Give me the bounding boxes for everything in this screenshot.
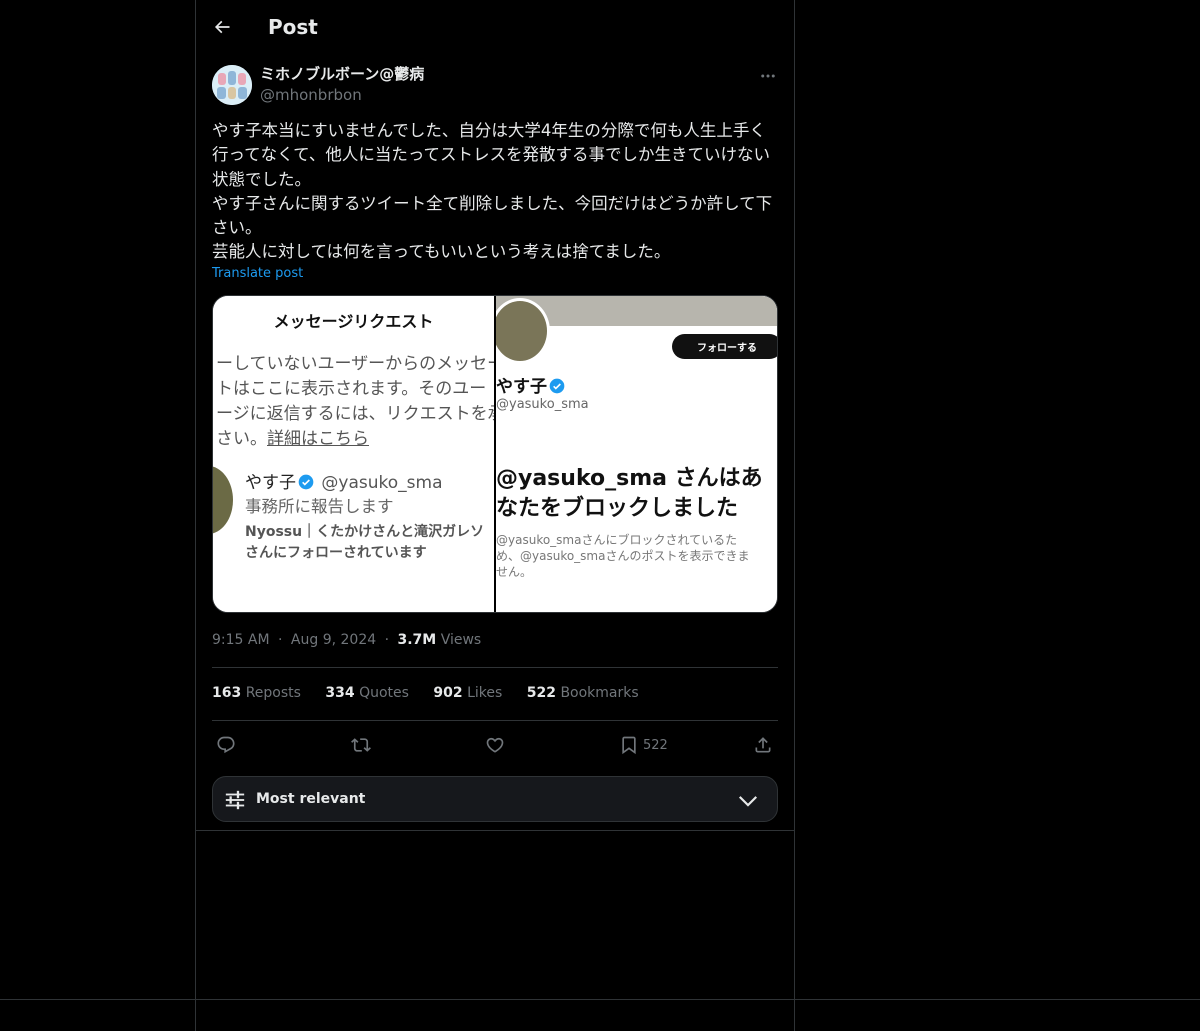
- verified-badge-icon: [298, 474, 314, 490]
- engagement-stats: 163 Reposts 334 Quotes 902 Likes 522 Boo…: [212, 685, 659, 701]
- blocked-subtitle: @yasuko_smaさんにブロックされているた め、@yasuko_smaさん…: [496, 533, 750, 579]
- request-follow-prefix: Nyossu｜: [245, 524, 317, 540]
- repost-icon: [351, 738, 371, 752]
- request-sender: やす子 @yasuko_sma: [245, 468, 443, 493]
- post-bottom-divider: [196, 830, 794, 831]
- bookmark-count: 522: [643, 737, 668, 753]
- request-message-preview: 事務所に報告します: [245, 497, 394, 516]
- media-screenshot-blocked-profile: フォローする やす子 @yasuko_sma @yasuko_sma さんはあ …: [496, 296, 777, 612]
- page-bottom-divider: [0, 999, 1200, 1000]
- post-text: やす子本当にすいませんでした、自分は大学4年生の分際で何も人生上手く行ってなくて…: [212, 121, 773, 262]
- reply-icon: [217, 736, 235, 754]
- message-request-title: メッセージリクエスト: [273, 312, 434, 331]
- likes-count: 902: [433, 685, 463, 701]
- likes-label: Likes: [467, 685, 503, 701]
- column-border-right: [794, 0, 795, 1031]
- column-border-left: [195, 0, 196, 1031]
- post-date[interactable]: Aug 9, 2024: [291, 632, 376, 648]
- post-meta: 9:15 AM · Aug 9, 2024 · 3.7M Views: [212, 632, 481, 648]
- profile-handle: @yasuko_sma: [496, 397, 589, 412]
- media-screenshot-message-request: メッセージリクエスト ーしていないユーザーからのメッセー トはここに表示されます…: [213, 296, 494, 612]
- views-label: Views: [440, 632, 482, 648]
- sort-label: Most relevant: [256, 791, 366, 807]
- bookmarks-count: 522: [526, 685, 556, 701]
- bookmarks-label: Bookmarks: [560, 685, 639, 701]
- bookmark-button[interactable]: 522: [619, 733, 668, 757]
- meta-separator: ·: [384, 632, 390, 648]
- views-count: 3.7M: [397, 632, 437, 648]
- post-media[interactable]: メッセージリクエスト ーしていないユーザーからのメッセー トはここに表示されます…: [212, 295, 778, 613]
- profile-name-text: やす子: [496, 377, 547, 397]
- divider: [212, 667, 778, 668]
- reposts-count: 163: [212, 685, 242, 701]
- author-handle[interactable]: @mhonbrbon: [260, 85, 424, 105]
- message-request-description: ーしていないユーザーからのメッセー トはここに表示されます。そのユー ージに返信…: [216, 352, 494, 452]
- page-title: Post: [268, 14, 318, 39]
- request-sender-handle: @yasuko_sma: [321, 473, 443, 493]
- request-follow-info: Nyossu｜くたかけさんと滝沢ガレソさんにフォローされています: [245, 522, 494, 564]
- quotes-label: Quotes: [359, 685, 409, 701]
- request-sender-name: やす子: [245, 473, 296, 493]
- request-avatar: [213, 466, 233, 534]
- post-column: Post ミホノブルボーン@鬱病 @mhonbrbon やす子本当にすいませんで…: [196, 0, 794, 822]
- avatar[interactable]: [212, 65, 252, 105]
- share-icon: [755, 737, 771, 753]
- filter-sliders-icon: [225, 790, 245, 810]
- action-bar: 522: [212, 733, 778, 759]
- like-icon: [486, 737, 504, 753]
- chevron-down-icon: [738, 796, 758, 807]
- author-row: ミホノブルボーン@鬱病 @mhonbrbon: [212, 64, 778, 106]
- meta-separator: ·: [278, 632, 283, 648]
- quotes-count: 334: [325, 685, 355, 701]
- verified-badge-icon: [549, 378, 565, 394]
- avatar-image: [212, 65, 252, 105]
- profile-name: やす子: [496, 372, 567, 397]
- post-time[interactable]: 9:15 AM: [212, 632, 270, 648]
- back-arrow-icon: [214, 20, 230, 33]
- more-options-button[interactable]: [758, 66, 778, 86]
- profile-avatar: [496, 298, 550, 364]
- divider: [212, 720, 778, 721]
- reposts-label: Reposts: [245, 685, 301, 701]
- reply-button[interactable]: [216, 733, 236, 757]
- like-button[interactable]: [485, 733, 505, 757]
- bookmarks-stat[interactable]: 522 Bookmarks: [527, 685, 639, 701]
- message-request-details-link: 詳細はこちら: [267, 429, 369, 449]
- author-display-name[interactable]: ミホノブルボーン@鬱病: [260, 64, 424, 84]
- repost-button[interactable]: [351, 733, 371, 757]
- reply-sort-dropdown[interactable]: Most relevant: [212, 776, 778, 822]
- blocked-title: @yasuko_sma さんはあ なたをブロックしました: [496, 466, 763, 521]
- back-button[interactable]: [212, 17, 232, 37]
- translate-post-link[interactable]: Translate post: [212, 266, 303, 281]
- share-button[interactable]: [753, 733, 773, 757]
- likes-stat[interactable]: 902 Likes: [433, 685, 502, 701]
- profile-follow-button: フォローする: [672, 334, 777, 359]
- bookmark-icon: [622, 736, 636, 755]
- more-icon: [761, 74, 775, 78]
- quotes-stat[interactable]: 334 Quotes: [325, 685, 409, 701]
- top-bar: Post: [196, 0, 794, 53]
- reposts-stat[interactable]: 163 Reposts: [212, 685, 301, 701]
